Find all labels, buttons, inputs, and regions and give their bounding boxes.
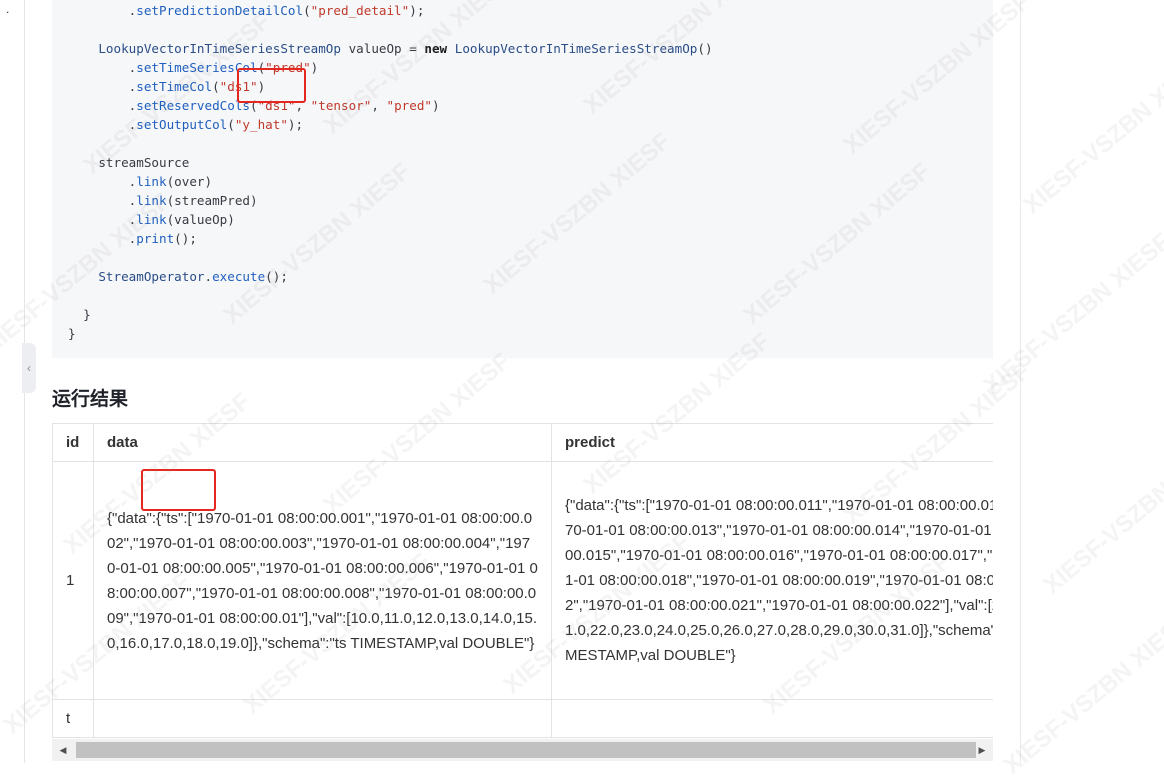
code-line: } — [68, 307, 91, 322]
code-line: .setPredictionDetailCol("pred_detail"); — [68, 3, 425, 18]
watermark-text: XIESF-VSZBN XIESF — [1018, 47, 1164, 220]
right-divider — [1020, 0, 1021, 763]
cell-id: 1 — [52, 461, 94, 700]
highlight-box-ts — [141, 469, 216, 511]
cell-predict — [551, 699, 993, 738]
code-line: .setOutputCol("y_hat"); — [68, 117, 304, 132]
watermark-text: XIESF-VSZBN XIESF — [998, 607, 1164, 780]
code-block: .setPredictionDetailCol("pred_detail"); … — [52, 0, 993, 358]
code-line: StreamOperator.execute(); — [98, 269, 288, 284]
sidebar-marker: . — [6, 2, 10, 16]
article-content: .setPredictionDetailCol("pred_detail"); … — [52, 0, 993, 763]
cell-predict: {"data":{"ts":["1970-01-01 08:00:00.011"… — [551, 461, 993, 700]
code-line: } — [68, 326, 76, 341]
watermark-text: XIESF-VSZBN XIESF — [978, 227, 1164, 400]
scrollbar-thumb[interactable] — [76, 742, 976, 758]
header-data: data — [93, 423, 552, 462]
header-id: id — [52, 423, 94, 462]
header-predict: predict — [551, 423, 993, 462]
chevron-left-icon: ‹ — [27, 361, 31, 375]
code-line: .link(valueOp) — [68, 212, 235, 227]
cell-data — [93, 699, 552, 738]
result-table-viewport: id data predict 1 {"data":{"ts":["1970-0… — [52, 423, 993, 740]
watermark-text: XIESF-VSZBN XIESF — [1038, 428, 1164, 600]
highlight-box-ds1 — [237, 68, 306, 103]
section-title: 运行结果 — [52, 389, 129, 410]
sidebar-collapse-button[interactable]: ‹ — [22, 343, 36, 393]
table-header-row: id data predict — [52, 423, 993, 462]
horizontal-scrollbar[interactable]: ◀ ▶ — [52, 739, 993, 761]
arrow-right-icon[interactable]: ▶ — [971, 739, 993, 761]
cell-id: t — [52, 699, 94, 738]
code-line: LookupVectorInTimeSeriesStreamOp valueOp… — [98, 41, 713, 56]
code-line: .setTimeCol("ds1") — [68, 79, 266, 94]
code-line: .link(streamPred) — [68, 193, 258, 208]
code-line: .link(over) — [68, 174, 213, 189]
table-row: t — [52, 699, 993, 738]
code-line: streamSource — [68, 155, 190, 170]
code-line: .print(); — [68, 231, 197, 246]
arrow-left-icon[interactable]: ◀ — [52, 739, 74, 761]
